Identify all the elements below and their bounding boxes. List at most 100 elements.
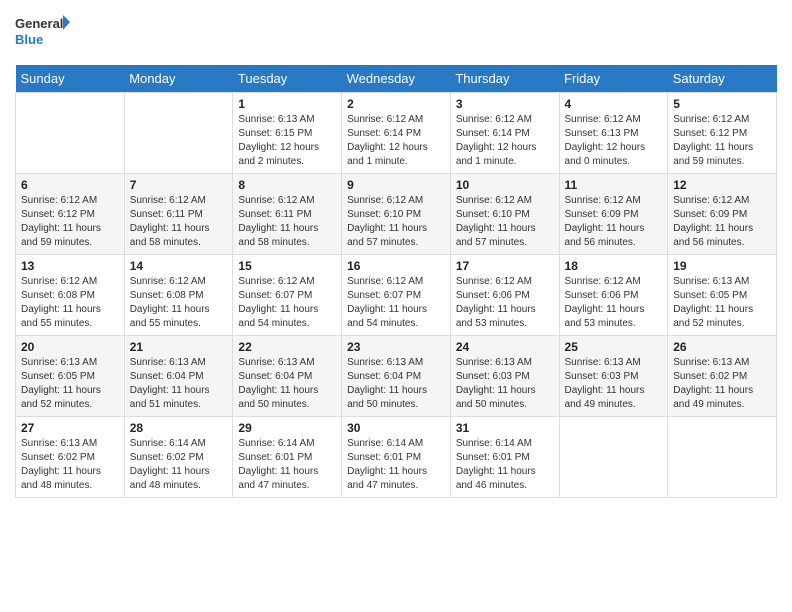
calendar-cell: 31 Sunrise: 6:14 AMSunset: 6:01 PMDayligh… — [450, 417, 559, 498]
page-header: General Blue — [15, 10, 777, 55]
calendar-cell: 27 Sunrise: 6:13 AMSunset: 6:02 PMDayligh… — [16, 417, 125, 498]
logo-svg: General Blue — [15, 10, 70, 55]
day-info: Sunrise: 6:13 AMSunset: 6:02 PMDaylight:… — [21, 437, 119, 493]
day-header-monday: Monday — [124, 65, 233, 93]
calendar-cell: 13 Sunrise: 6:12 AMSunset: 6:08 PMDayligh… — [16, 255, 125, 336]
calendar-cell — [16, 93, 125, 174]
calendar-cell: 20 Sunrise: 6:13 AMSunset: 6:05 PMDayligh… — [16, 336, 125, 417]
day-info: Sunrise: 6:13 AMSunset: 6:03 PMDaylight:… — [456, 356, 554, 412]
day-info: Sunrise: 6:13 AMSunset: 6:02 PMDaylight:… — [673, 356, 771, 412]
day-number: 21 — [130, 340, 228, 354]
day-number: 10 — [456, 178, 554, 192]
day-number: 4 — [565, 97, 663, 111]
calendar-week-2: 6 Sunrise: 6:12 AMSunset: 6:12 PMDaylight… — [16, 174, 777, 255]
calendar-cell: 25Sunrise: 6:13 AMSunset: 6:03 PMDayligh… — [559, 336, 668, 417]
day-number: 3 — [456, 97, 554, 111]
day-info: Sunrise: 6:14 AMSunset: 6:01 PMDaylight:… — [456, 437, 554, 493]
day-info: Sunrise: 6:12 AMSunset: 6:07 PMDaylight:… — [347, 275, 445, 331]
day-number: 5 — [673, 97, 771, 111]
day-header-saturday: Saturday — [668, 65, 777, 93]
day-number: 2 — [347, 97, 445, 111]
day-number: 27 — [21, 421, 119, 435]
day-info: Sunrise: 6:12 AMSunset: 6:10 PMDaylight:… — [456, 194, 554, 250]
day-number: 19 — [673, 259, 771, 273]
day-info: Sunrise: 6:12 AMSunset: 6:06 PMDaylight:… — [456, 275, 554, 331]
calendar-cell: 15Sunrise: 6:12 AMSunset: 6:07 PMDayligh… — [233, 255, 342, 336]
day-info: Sunrise: 6:13 AMSunset: 6:05 PMDaylight:… — [21, 356, 119, 412]
calendar-cell: 7Sunrise: 6:12 AMSunset: 6:11 PMDaylight… — [124, 174, 233, 255]
day-info: Sunrise: 6:13 AMSunset: 6:04 PMDaylight:… — [347, 356, 445, 412]
day-number: 6 — [21, 178, 119, 192]
day-number: 29 — [238, 421, 336, 435]
day-info: Sunrise: 6:12 AMSunset: 6:08 PMDaylight:… — [21, 275, 119, 331]
day-number: 12 — [673, 178, 771, 192]
day-header-wednesday: Wednesday — [342, 65, 451, 93]
day-info: Sunrise: 6:14 AMSunset: 6:02 PMDaylight:… — [130, 437, 228, 493]
svg-text:Blue: Blue — [15, 32, 43, 47]
day-number: 25 — [565, 340, 663, 354]
day-info: Sunrise: 6:12 AMSunset: 6:14 PMDaylight:… — [347, 113, 445, 169]
day-info: Sunrise: 6:13 AMSunset: 6:04 PMDaylight:… — [238, 356, 336, 412]
day-number: 22 — [238, 340, 336, 354]
day-info: Sunrise: 6:12 AMSunset: 6:12 PMDaylight:… — [673, 113, 771, 169]
calendar-cell: 1Sunrise: 6:13 AMSunset: 6:15 PMDaylight… — [233, 93, 342, 174]
calendar-cell: 10 Sunrise: 6:12 AMSunset: 6:10 PMDayligh… — [450, 174, 559, 255]
day-header-friday: Friday — [559, 65, 668, 93]
day-number: 23 — [347, 340, 445, 354]
day-number: 28 — [130, 421, 228, 435]
day-number: 31 — [456, 421, 554, 435]
calendar-cell: 19 Sunrise: 6:13 AMSunset: 6:05 PMDayligh… — [668, 255, 777, 336]
day-number: 20 — [21, 340, 119, 354]
day-number: 14 — [130, 259, 228, 273]
calendar-cell: 30 Sunrise: 6:14 AMSunset: 6:01 PMDayligh… — [342, 417, 451, 498]
day-info: Sunrise: 6:12 AMSunset: 6:07 PMDaylight:… — [238, 275, 336, 331]
day-info: Sunrise: 6:12 AMSunset: 6:12 PMDaylight:… — [21, 194, 119, 250]
day-info: Sunrise: 6:13 AMSunset: 6:04 PMDaylight:… — [130, 356, 228, 412]
day-info: Sunrise: 6:12 AMSunset: 6:06 PMDaylight:… — [565, 275, 663, 331]
calendar-week-4: 20 Sunrise: 6:13 AMSunset: 6:05 PMDayligh… — [16, 336, 777, 417]
calendar-week-3: 13 Sunrise: 6:12 AMSunset: 6:08 PMDayligh… — [16, 255, 777, 336]
calendar-cell: 6 Sunrise: 6:12 AMSunset: 6:12 PMDaylight… — [16, 174, 125, 255]
day-info: Sunrise: 6:12 AMSunset: 6:10 PMDaylight:… — [347, 194, 445, 250]
calendar-cell: 23 Sunrise: 6:13 AMSunset: 6:04 PMDayligh… — [342, 336, 451, 417]
calendar-cell: 9Sunrise: 6:12 AMSunset: 6:10 PMDaylight… — [342, 174, 451, 255]
calendar-week-1: 1Sunrise: 6:13 AMSunset: 6:15 PMDaylight… — [16, 93, 777, 174]
day-info: Sunrise: 6:14 AMSunset: 6:01 PMDaylight:… — [238, 437, 336, 493]
calendar-cell: 11 Sunrise: 6:12 AMSunset: 6:09 PMDayligh… — [559, 174, 668, 255]
calendar-cell — [559, 417, 668, 498]
day-info: Sunrise: 6:14 AMSunset: 6:01 PMDaylight:… — [347, 437, 445, 493]
day-number: 26 — [673, 340, 771, 354]
svg-text:General: General — [15, 16, 63, 31]
day-number: 17 — [456, 259, 554, 273]
day-info: Sunrise: 6:12 AMSunset: 6:11 PMDaylight:… — [238, 194, 336, 250]
day-header-sunday: Sunday — [16, 65, 125, 93]
calendar-cell: 2 Sunrise: 6:12 AMSunset: 6:14 PMDaylight… — [342, 93, 451, 174]
day-header-tuesday: Tuesday — [233, 65, 342, 93]
day-info: Sunrise: 6:12 AMSunset: 6:11 PMDaylight:… — [130, 194, 228, 250]
calendar-cell: 4 Sunrise: 6:12 AMSunset: 6:13 PMDaylight… — [559, 93, 668, 174]
day-info: Sunrise: 6:12 AMSunset: 6:09 PMDaylight:… — [565, 194, 663, 250]
day-header-thursday: Thursday — [450, 65, 559, 93]
day-number: 1 — [238, 97, 336, 111]
calendar-cell: 26 Sunrise: 6:13 AMSunset: 6:02 PMDayligh… — [668, 336, 777, 417]
calendar-cell: 29 Sunrise: 6:14 AMSunset: 6:01 PMDayligh… — [233, 417, 342, 498]
calendar-cell: 3 Sunrise: 6:12 AMSunset: 6:14 PMDaylight… — [450, 93, 559, 174]
calendar-week-5: 27 Sunrise: 6:13 AMSunset: 6:02 PMDayligh… — [16, 417, 777, 498]
day-number: 24 — [456, 340, 554, 354]
day-number: 16 — [347, 259, 445, 273]
day-number: 30 — [347, 421, 445, 435]
calendar-cell: 16 Sunrise: 6:12 AMSunset: 6:07 PMDayligh… — [342, 255, 451, 336]
day-number: 8 — [238, 178, 336, 192]
day-info: Sunrise: 6:13 AMSunset: 6:05 PMDaylight:… — [673, 275, 771, 331]
day-info: Sunrise: 6:12 AMSunset: 6:14 PMDaylight:… — [456, 113, 554, 169]
calendar-table: SundayMondayTuesdayWednesdayThursdayFrid… — [15, 65, 777, 498]
calendar-cell: 24 Sunrise: 6:13 AMSunset: 6:03 PMDayligh… — [450, 336, 559, 417]
calendar-cell — [124, 93, 233, 174]
calendar-cell: 8 Sunrise: 6:12 AMSunset: 6:11 PMDaylight… — [233, 174, 342, 255]
day-number: 13 — [21, 259, 119, 273]
calendar-cell: 12Sunrise: 6:12 AMSunset: 6:09 PMDayligh… — [668, 174, 777, 255]
calendar-cell: 18Sunrise: 6:12 AMSunset: 6:06 PMDayligh… — [559, 255, 668, 336]
calendar-cell — [668, 417, 777, 498]
day-info: Sunrise: 6:12 AMSunset: 6:13 PMDaylight:… — [565, 113, 663, 169]
day-number: 11 — [565, 178, 663, 192]
